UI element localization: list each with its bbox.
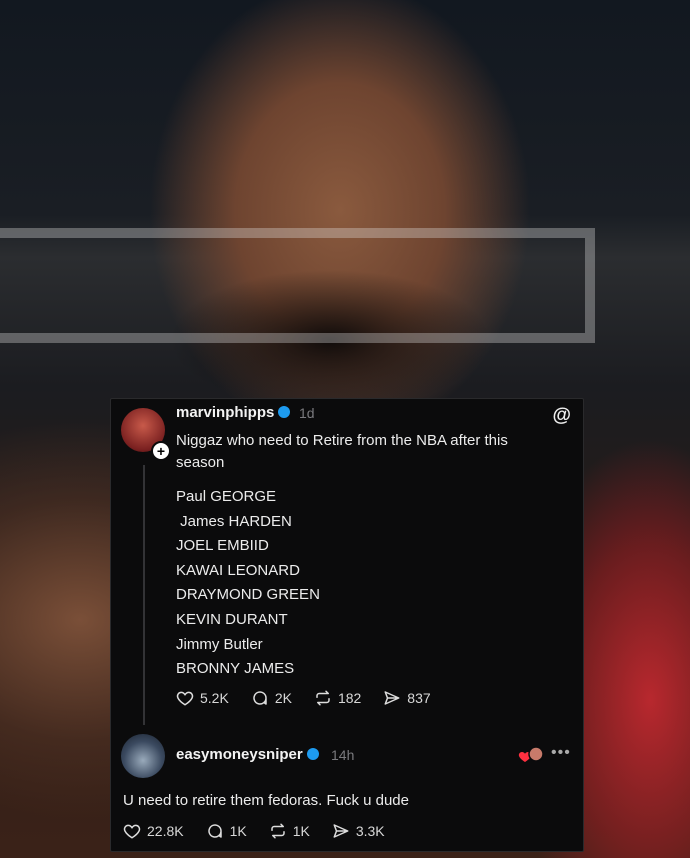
repost-icon: [270, 823, 285, 839]
list-item: JOEL EMBIID: [176, 537, 269, 555]
repost-button[interactable]: 182: [314, 689, 361, 707]
send-icon: [384, 691, 400, 705]
comment-button[interactable]: 2K: [251, 689, 292, 707]
verified-badge-icon: [306, 748, 319, 760]
comment-bubble-icon: [207, 824, 222, 838]
heart-icon: [123, 824, 141, 839]
thread-connector-line: [143, 465, 145, 725]
like-count: 22.8K: [147, 823, 184, 839]
comment-bubble-icon: [253, 691, 267, 705]
share-count: 3.3K: [355, 823, 385, 839]
reply-stats: 22.8K 1K 1K 3.3K: [123, 822, 407, 840]
list-item: James HARDEN: [176, 512, 292, 530]
post-username-text[interactable]: marvinphipps: [176, 404, 274, 421]
like-button[interactable]: 22.8K: [123, 822, 184, 840]
repost-button[interactable]: 1K: [269, 822, 310, 840]
comment-count: 2K: [274, 690, 292, 706]
share-count: 837: [407, 690, 431, 706]
threads-post-card: + marvinphipps 1d @ Niggaz who need to R…: [110, 398, 584, 852]
list-item: Paul GEORGE: [176, 488, 277, 505]
repost-count: 1K: [292, 823, 310, 839]
share-button[interactable]: 837: [383, 689, 431, 707]
names-list: Paul GEORGE James HARDEN JOEL EMBIID KAW…: [176, 485, 320, 682]
send-icon: [333, 824, 349, 838]
liked-by-icon[interactable]: [518, 745, 544, 765]
post-text: Niggaz who need to Retire from the NBA a…: [176, 432, 508, 471]
verified-badge-icon: [278, 406, 291, 418]
list-item: KAWAI LEONARD: [176, 561, 300, 579]
list-item: DRAYMOND GREEN: [176, 586, 320, 604]
list-item: BRONNY JAMES: [176, 660, 295, 678]
threads-logo-icon[interactable]: @: [552, 405, 571, 427]
reply-timestamp: 14h: [331, 747, 355, 763]
like-button[interactable]: 5.2K: [176, 689, 229, 707]
more-options-icon[interactable]: •••: [551, 744, 571, 762]
reply-text: U need to retire them fedoras. Fuck u du…: [123, 792, 409, 809]
post-timestamp: 1d: [299, 405, 315, 421]
backboard: [0, 228, 595, 343]
repost-count: 182: [337, 690, 362, 706]
reply-username[interactable]: easymoneysniper: [176, 746, 319, 763]
comment-button[interactable]: 1K: [206, 822, 247, 840]
follow-plus-icon[interactable]: +: [151, 441, 171, 461]
like-count: 5.2K: [200, 690, 229, 706]
repost-icon: [316, 690, 330, 706]
reply-username-text[interactable]: easymoneysniper: [176, 746, 303, 763]
post-username[interactable]: marvinphipps: [176, 404, 291, 421]
list-item: KEVIN DURANT: [176, 610, 288, 628]
heart-icon: [176, 691, 194, 706]
list-item: Jimmy Butler: [176, 635, 263, 653]
share-button[interactable]: 3.3K: [332, 822, 385, 840]
post-stats: 5.2K 2K 182 837: [176, 689, 453, 707]
avatar[interactable]: [121, 734, 165, 778]
comment-count: 1K: [229, 823, 247, 839]
